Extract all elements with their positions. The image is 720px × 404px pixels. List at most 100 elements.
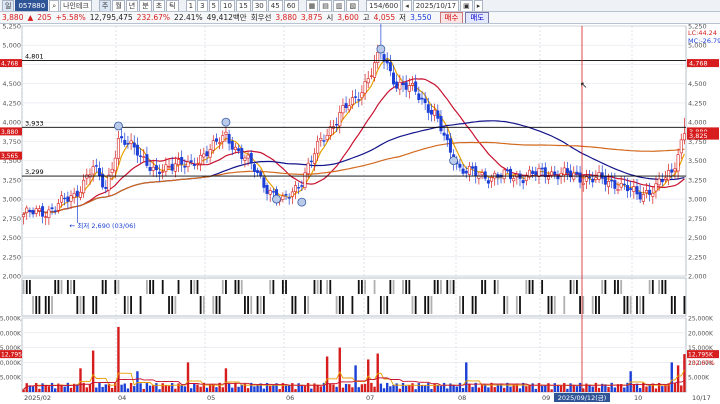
signal-bar [79,296,82,314]
signal-bar [35,296,38,314]
interval-10-button[interactable]: 10 [220,0,235,11]
interval-5-button[interactable]: 5 [208,0,219,11]
high-price: 3,600 [337,13,359,22]
candle-body [540,167,544,170]
data-count-field[interactable]: 154/600 [366,0,402,11]
signal-bar [424,296,427,314]
signal-bar [304,296,306,314]
open-label: 시 [326,13,334,22]
toolbar-option-3[interactable]: ▥ [332,0,346,11]
candle-body [619,183,623,188]
signal-bar [225,280,227,294]
candle-body [306,162,310,174]
price-tick-right: 3,250 [688,176,707,184]
volume-ratio-tag: 232.67% [688,360,715,367]
candle-body [297,187,301,189]
signal-marker [272,194,281,204]
period-month-button[interactable]: 월 [112,0,125,11]
volume-bar [648,384,651,392]
month-label: 07 [366,394,374,402]
apply-button[interactable]: ▸ [473,0,484,11]
volume-bar [635,383,639,392]
signal-bar [563,296,566,314]
search-icon[interactable]: ⌕ [49,0,60,11]
chart-toolbar: 일 057880 ⌕ 나인테크 주 월 년 분 초 틱 1 3 5 10 15 … [0,0,720,12]
period-year-button[interactable]: 년 [125,0,139,11]
signal-bar [531,280,534,294]
volume-bar [414,389,417,392]
sell-button[interactable]: 매도 [465,12,490,23]
candle-body [63,197,67,200]
volume-bar [654,388,658,392]
signal-bar [515,296,518,314]
signal-bar [285,280,287,294]
prev-icon[interactable]: ◂ [402,0,412,11]
candle-body [474,166,478,177]
toolbar-option-2[interactable]: ▤ [319,0,332,11]
volume-bar [547,383,550,392]
volume-bar [341,387,345,392]
candle-body [395,81,399,89]
interval-30-button[interactable]: 30 [251,0,267,11]
candle-body [85,174,89,179]
volume-bar [152,385,155,392]
period-second-button[interactable]: 초 [152,0,166,11]
signal-bar [22,280,25,294]
period-tick-button[interactable]: 틱 [166,0,179,11]
period-minute-button[interactable]: 분 [139,0,152,11]
buy-button[interactable]: 매수 [439,12,464,23]
volume-bar [145,383,149,392]
volume-bar [123,383,126,392]
toolbar-option-1[interactable]: ▦ [305,0,319,11]
volume-bar [85,387,89,392]
interval-1-button[interactable]: 1 [185,0,197,11]
stock-name[interactable]: 나인테크 [60,0,92,11]
volume-bar [591,386,594,392]
legend-mc: MC:-26.79 [688,37,720,45]
signal-bar [408,280,411,294]
volume-bar [79,368,82,392]
candle-body [546,176,550,180]
candle-body [603,176,607,185]
candle-body [369,75,373,77]
candle-body [426,104,430,113]
candle-body [417,93,421,100]
volume-bar [556,385,560,392]
volume-bar [487,387,490,392]
volume-bar [661,386,664,392]
signal-bar [335,296,338,314]
candle-body [610,179,614,182]
month-label: 06 [286,394,294,402]
volume-bar [310,388,313,392]
calendar-icon[interactable]: ▣ [460,0,473,11]
volume-bar [458,382,462,392]
signal-bar [449,280,452,294]
stock-code-input[interactable]: 057880 [15,0,49,11]
change-percent: +5.58% [55,13,86,22]
date-field[interactable]: 2025/10/17 [412,0,460,11]
candle-body [622,183,626,186]
toolbar-option-4[interactable]: ▧ [346,0,360,11]
candle-body [44,216,48,218]
candle-body [205,151,209,157]
interval-3-button[interactable]: 3 [197,0,208,11]
interval-15-button[interactable]: 15 [235,0,251,11]
candle-body [502,169,506,180]
candle-body [578,172,582,183]
volume-bar [455,386,458,392]
signal-bar [364,280,366,294]
open-price: 3,875 [300,13,323,22]
interval-60-button[interactable]: 60 [283,0,299,11]
candle-body [537,168,541,177]
signal-bar [389,280,392,294]
volume-bar [287,385,291,392]
interval-45-button[interactable]: 45 [267,0,283,11]
candle-body [363,81,367,94]
volume-bar [117,326,120,392]
candle-body [281,195,285,200]
period-daily-button[interactable]: 일 [2,0,15,11]
signal-bar [70,280,72,294]
period-week-button[interactable]: 주 [98,0,112,11]
candle-body [436,110,440,119]
stock-chart[interactable]: 5,2505,2505,0005,0004,7504,7504,5004,500… [0,24,720,404]
